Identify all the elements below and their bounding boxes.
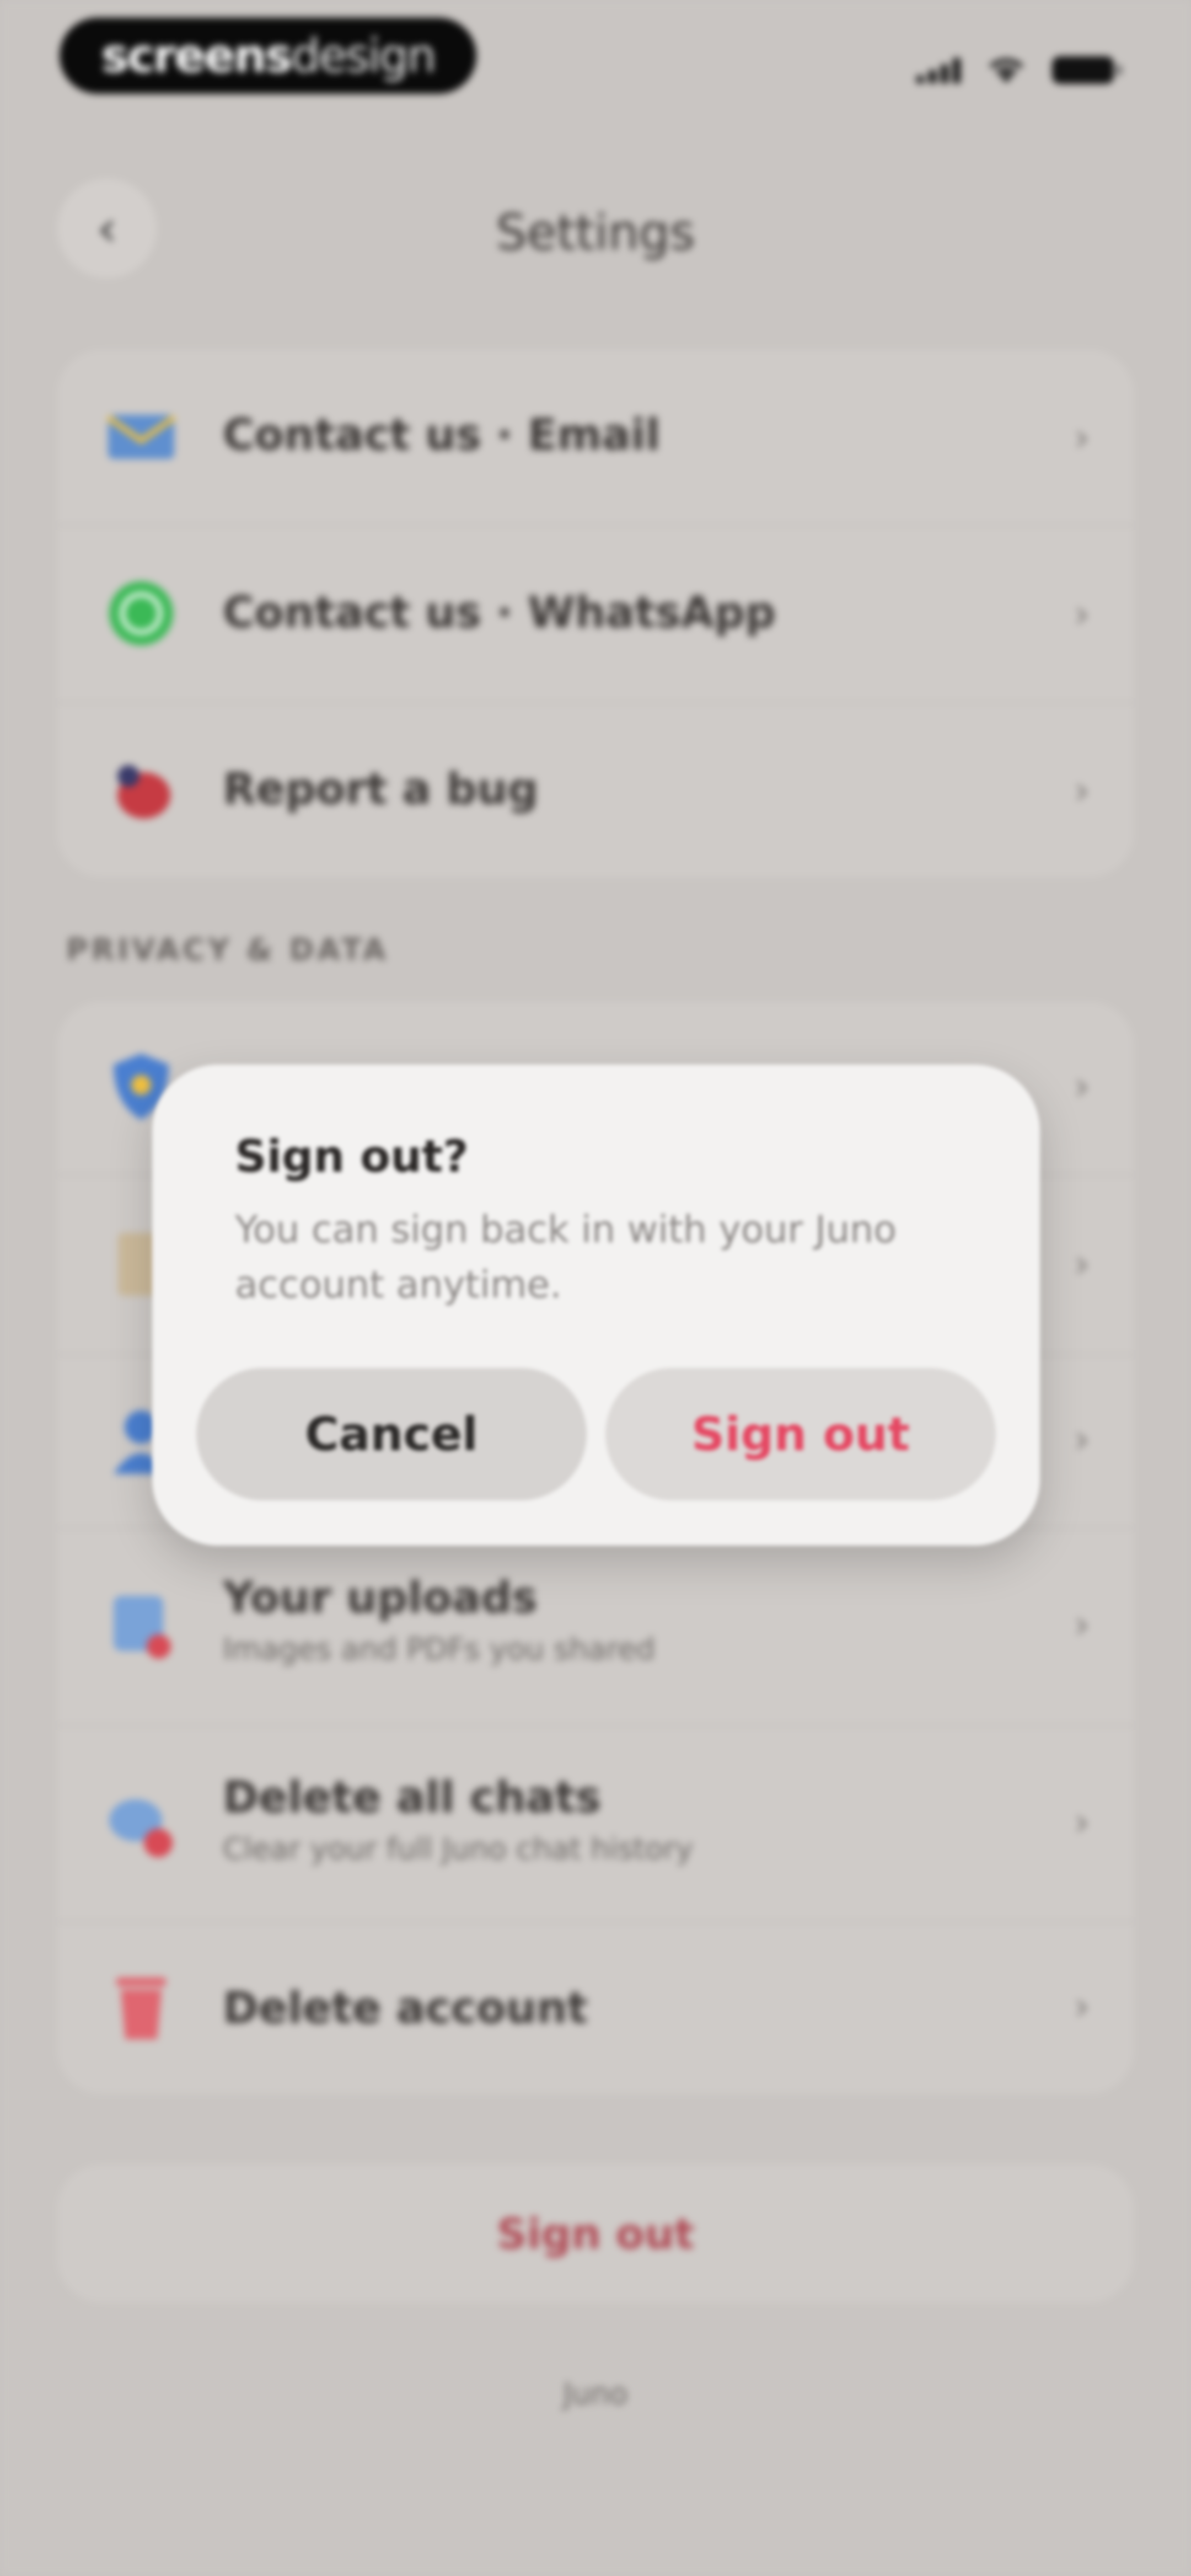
confirm-sign-out-button[interactable]: Sign out (605, 1368, 996, 1500)
list-item-contact-whatsapp[interactable]: Contact us · WhatsApp › (57, 526, 1134, 702)
list-item-label: Contact us · WhatsApp (223, 588, 776, 638)
wifi-icon (989, 58, 1023, 83)
uploads-icon (103, 1588, 180, 1665)
chevron-right-icon: › (1074, 1602, 1090, 1647)
chevron-right-icon: › (1074, 1984, 1090, 2029)
chevron-right-icon: › (1074, 1241, 1090, 1286)
list-item-subtitle: Clear your full Juno chat history (223, 1831, 694, 1866)
battery-icon (1052, 56, 1122, 84)
page-title: Settings (496, 204, 695, 261)
trash-icon (103, 1969, 180, 2046)
list-item-contact-email[interactable]: Contact us · Email › (57, 350, 1134, 524)
dialog-message: You can sign back in with your Juno acco… (235, 1208, 897, 1307)
dialog-title: Sign out? (235, 1131, 469, 1182)
sign-out-dialog: Sign out? You can sign back in with your… (152, 1065, 1040, 1546)
list-item-label: Your uploads (223, 1573, 538, 1623)
chevron-right-icon: › (1074, 1063, 1090, 1109)
brand-logo-light: design (291, 29, 437, 83)
list-item-report-bug[interactable]: Report a bug › (57, 704, 1134, 877)
status-bar (916, 51, 1122, 89)
chevron-right-icon: › (1074, 1799, 1090, 1845)
section-label-privacy: PRIVACY & DATA (66, 932, 389, 967)
whatsapp-icon (103, 575, 180, 652)
chat-delete-icon (103, 1787, 180, 1864)
chevron-right-icon: › (1074, 768, 1090, 813)
chevron-right-icon: › (1074, 591, 1090, 637)
list-item-delete-account[interactable]: Delete account › (57, 1923, 1134, 2094)
footer-app-name: Juno (563, 2376, 628, 2411)
list-item-subtitle: Images and PDFs you shared (223, 1632, 656, 1666)
list-item-label: Delete all chats (223, 1773, 602, 1823)
support-card: Contact us · Email › Contact us · WhatsA… (57, 350, 1134, 877)
list-item-label: Delete account (223, 1984, 588, 2033)
chevron-right-icon: › (1074, 415, 1090, 460)
cancel-button[interactable]: Cancel (196, 1368, 587, 1500)
brand-logo: screens design (60, 18, 476, 94)
chevron-right-icon: › (1074, 1417, 1090, 1462)
brand-logo-bold: screens (101, 29, 293, 83)
envelope-icon (103, 398, 180, 475)
bug-icon (103, 751, 180, 829)
cellular-signal-icon (916, 57, 961, 83)
sign-out-button[interactable]: Sign out (57, 2165, 1134, 2302)
list-item-delete-all-chats[interactable]: Delete all chats Clear your full Juno ch… (57, 1727, 1134, 1921)
list-item-label: Contact us · Email (223, 410, 661, 460)
list-item-your-uploads[interactable]: Your uploads Images and PDFs you shared … (57, 1529, 1134, 1724)
list-item-label: Report a bug (223, 765, 539, 814)
